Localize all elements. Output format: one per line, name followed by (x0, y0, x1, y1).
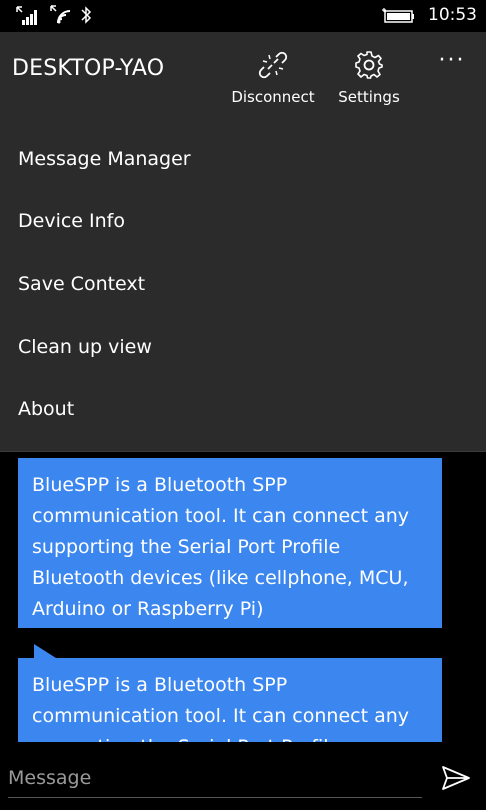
message-input[interactable] (8, 758, 422, 798)
disconnect-label: Disconnect (231, 88, 315, 106)
bluetooth-icon (81, 6, 92, 24)
chat-area[interactable]: BlueSPP is a Bluetooth SPP communication… (0, 452, 486, 742)
overflow-menu: Message Manager Device Info Save Context… (0, 118, 486, 452)
signal-icon (16, 6, 37, 25)
battery-icon (382, 8, 414, 23)
wifi-icon (50, 5, 71, 24)
message-bubble: BlueSPP is a Bluetooth SPP communication… (18, 458, 442, 628)
input-bar (0, 742, 486, 810)
broken-link-icon (258, 51, 288, 79)
app-title: DESKTOP-YAO (12, 56, 165, 81)
bubble-tail (34, 644, 56, 658)
message-bubble: BlueSPP is a Bluetooth SPP communication… (18, 644, 442, 742)
menu-item-about[interactable]: About (0, 378, 486, 440)
more-icon: ··· (438, 48, 466, 73)
app-bar: DESKTOP-YAO Disconnect Settings ··· (0, 32, 486, 118)
send-icon[interactable] (440, 762, 472, 794)
message-text: BlueSPP is a Bluetooth SPP communication… (32, 674, 410, 742)
status-bar: 10:53 (0, 0, 486, 32)
settings-button[interactable]: Settings (334, 32, 404, 118)
message-text: BlueSPP is a Bluetooth SPP communication… (32, 474, 410, 620)
menu-item-clean-up-view[interactable]: Clean up view (0, 316, 486, 378)
menu-item-device-info[interactable]: Device Info (0, 190, 486, 252)
settings-label: Settings (338, 88, 400, 106)
menu-item-message-manager[interactable]: Message Manager (0, 128, 486, 190)
clock: 10:53 (428, 5, 477, 25)
menu-item-save-context[interactable]: Save Context (0, 253, 486, 315)
disconnect-button[interactable]: Disconnect (228, 32, 318, 118)
more-options-button[interactable]: ··· (430, 32, 474, 92)
gear-icon (355, 51, 383, 79)
